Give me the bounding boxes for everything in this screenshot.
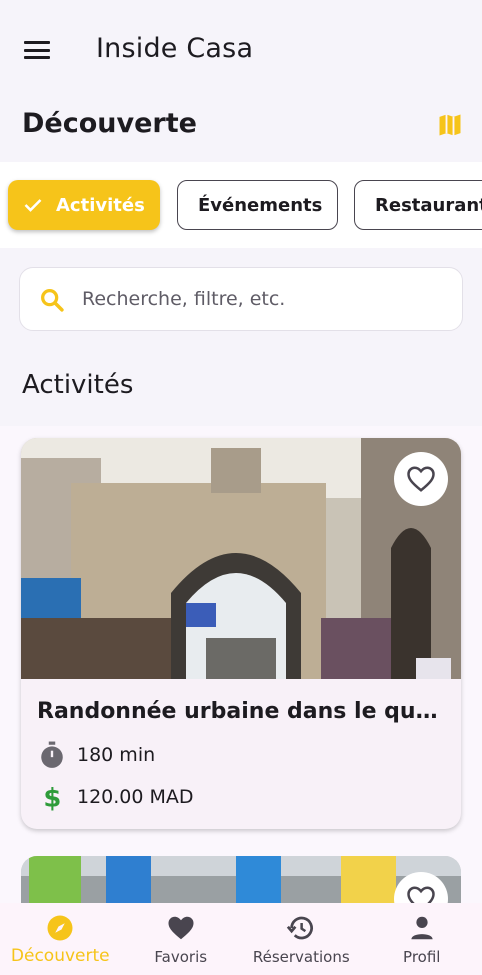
chip-evenements[interactable]: Événements <box>177 180 338 230</box>
list-title: Activités <box>22 370 134 400</box>
map-icon[interactable] <box>436 111 464 139</box>
menu-icon[interactable] <box>22 38 52 62</box>
category-chips: Activités Événements Restaurants <box>0 162 482 248</box>
chip-restaurants[interactable]: Restaurants <box>354 180 482 230</box>
nav-label: Réservations <box>252 948 350 966</box>
history-icon <box>287 916 314 940</box>
price-row: $ 120.00 MAD <box>39 783 194 811</box>
page-title: Découverte <box>22 108 197 139</box>
compass-icon <box>47 915 73 941</box>
heart-outline-icon <box>407 466 435 492</box>
svg-text:$: $ <box>43 784 61 811</box>
duration-value: 180 min <box>77 744 156 766</box>
nav-item-favoris[interactable]: Favoris <box>121 903 242 975</box>
nav-label: Favoris <box>154 948 208 966</box>
price-value: 120.00 MAD <box>77 786 194 808</box>
chip-label: Événements <box>198 194 323 216</box>
activity-card[interactable]: Randonnée urbaine dans le quartier des H… <box>21 438 461 829</box>
card-title: Randonnée urbaine dans le quartier des H… <box>37 699 447 724</box>
nav-label: Découverte <box>10 946 110 966</box>
nav-item-reservations[interactable]: Réservations <box>241 903 362 975</box>
dollar-icon: $ <box>43 784 61 811</box>
search-input[interactable] <box>82 268 452 330</box>
favorite-button[interactable] <box>394 452 448 506</box>
app-title: Inside Casa <box>96 33 254 64</box>
nav-item-decouverte[interactable]: Découverte <box>0 903 121 975</box>
timer-icon <box>41 741 63 768</box>
search-bar <box>19 267 463 331</box>
check-icon <box>24 199 42 212</box>
bottom-navigation: Découverte Favoris Réservations Profil <box>0 903 482 975</box>
chip-label: Activités <box>56 194 145 216</box>
person-icon <box>411 916 433 940</box>
nav-item-profil[interactable]: Profil <box>362 903 482 975</box>
chip-activites[interactable]: Activités <box>8 180 160 230</box>
app-bar: Inside Casa <box>0 0 482 100</box>
chip-label: Restaurants <box>375 194 482 216</box>
duration-row: 180 min <box>39 741 155 769</box>
search-icon <box>41 289 64 312</box>
nav-label: Profil <box>403 948 441 966</box>
heart-icon <box>168 916 194 940</box>
